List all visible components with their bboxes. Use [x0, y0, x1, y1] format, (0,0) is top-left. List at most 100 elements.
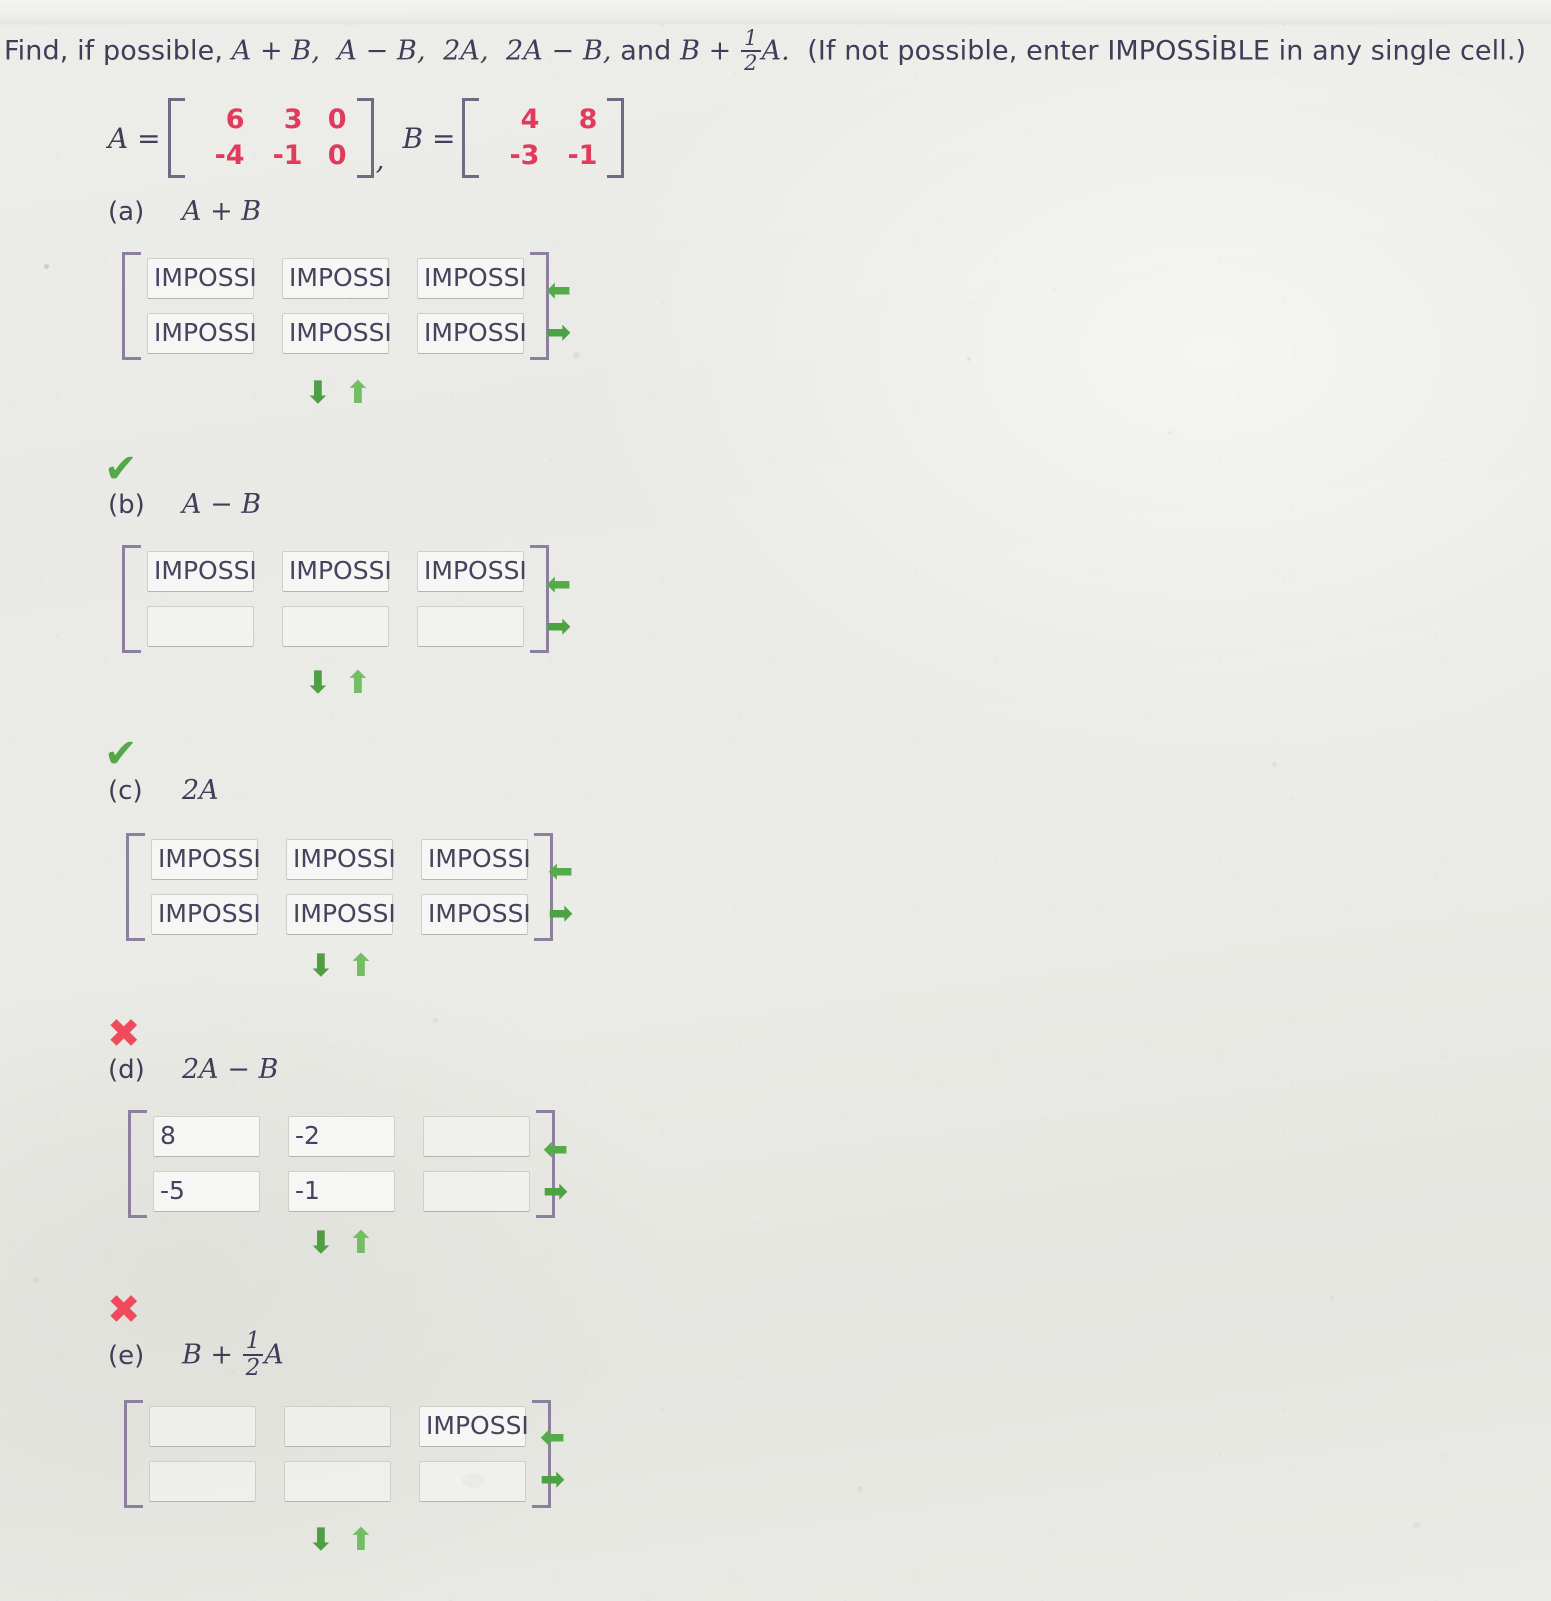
add-row-icon[interactable]: ⬆ [345, 668, 371, 699]
part-d-tag: (d) [108, 1055, 145, 1085]
answer-b-input-0-1[interactable]: IMPOSSI [282, 551, 392, 592]
add-column-icon[interactable]: ➡ [540, 1465, 565, 1495]
answer-c-value-1-1: IMPOSSI [293, 899, 396, 928]
part-d-expression: 2A − B [182, 1054, 279, 1085]
answer-d-input-0-1[interactable]: -2 [288, 1116, 395, 1157]
remove-column-icon[interactable]: ⬅ [546, 570, 571, 600]
answer-c-input-0-2[interactable]: IMPOSSI [421, 839, 531, 880]
remove-row-icon[interactable]: ⬇ [308, 1228, 334, 1259]
answer-e-row-controls: ⬇ ⬆ [308, 1525, 374, 1556]
fraction-denominator: 2 [744, 51, 758, 76]
answer-a-value-0-0: IMPOSSI [154, 263, 257, 292]
matrix-b-cell-0-1: 8 [578, 104, 598, 135]
answer-matrix-e: IMPOSSI [124, 1400, 551, 1508]
part-e-tag: (e) [108, 1340, 145, 1371]
add-column-icon[interactable]: ➡ [546, 612, 571, 642]
answer-c-column-controls: ⬅ ➡ [548, 857, 573, 929]
matrix-b: B = 4 8 -3 -1 [403, 98, 625, 178]
answer-b-input-1-2[interactable] [417, 606, 524, 647]
prompt-last-suffix: A. [761, 35, 790, 67]
answer-a-value-1-1: IMPOSSI [289, 318, 392, 347]
answer-b-input-1-1[interactable] [282, 606, 389, 647]
answer-matrix-d: 8 -2 -5 -1 [128, 1110, 555, 1218]
matrix-b-bracket-left [462, 98, 480, 178]
add-row-icon[interactable]: ⬆ [348, 951, 374, 982]
remove-row-icon[interactable]: ⬇ [308, 1525, 334, 1556]
fraction-numerator: 1 [744, 26, 758, 50]
add-row-icon[interactable]: ⬆ [348, 1228, 374, 1259]
answer-a-input-0-1[interactable]: IMPOSSI [282, 258, 392, 299]
answer-b-input-1-0[interactable] [147, 606, 254, 647]
matrix-b-label: B = [402, 121, 456, 155]
remove-column-icon[interactable]: ⬅ [543, 1135, 568, 1165]
answer-a-row-1: IMPOSSI IMPOSSI IMPOSSI [147, 258, 527, 299]
answer-a-cells: IMPOSSI IMPOSSI IMPOSSI IMPOSSI IMPOSSI … [141, 252, 530, 360]
answer-d-input-1-2[interactable] [423, 1171, 530, 1212]
remove-column-icon[interactable]: ⬅ [546, 276, 571, 306]
answer-e-input-0-0[interactable] [149, 1406, 256, 1447]
photo-speck [33, 1277, 39, 1283]
answer-d-input-0-2[interactable] [423, 1116, 530, 1157]
answer-a-column-controls: ⬅ ➡ [546, 276, 571, 348]
answer-e-input-1-0[interactable] [149, 1461, 256, 1502]
answer-d-value-0-1: -2 [295, 1121, 320, 1150]
answer-b-input-0-0[interactable]: IMPOSSI [147, 551, 257, 592]
photo-speck [433, 1018, 438, 1023]
matrix-a-cell-0-0: 6 [225, 104, 245, 135]
prompt-term-3: 2A, [443, 35, 489, 67]
answer-c-input-1-1[interactable]: IMPOSSI [286, 894, 396, 935]
answer-c-input-1-0[interactable]: IMPOSSI [151, 894, 261, 935]
answer-a-input-1-1[interactable]: IMPOSSI [282, 313, 392, 354]
matrix-a-row-1: 6 3 0 [191, 102, 351, 138]
answer-c-input-1-2[interactable]: IMPOSSI [421, 894, 531, 935]
part-c-expression: 2A [182, 775, 219, 806]
part-b-tag: (b) [108, 490, 145, 520]
remove-column-icon[interactable]: ⬅ [548, 857, 573, 887]
prompt-note: (If not possible, enter IMPOSSİBLE in an… [807, 35, 1527, 67]
remove-row-icon[interactable]: ⬇ [308, 951, 334, 982]
answer-e-input-0-1[interactable] [284, 1406, 391, 1447]
answer-c-cells: IMPOSSI IMPOSSI IMPOSSI IMPOSSI IMPOSSI … [145, 833, 534, 941]
answer-a-input-1-2[interactable]: IMPOSSI [417, 313, 527, 354]
answer-e-input-0-2[interactable]: IMPOSSI [419, 1406, 529, 1447]
answer-c-input-0-0[interactable]: IMPOSSI [151, 839, 261, 880]
add-row-icon[interactable]: ⬆ [348, 1525, 374, 1556]
remove-row-icon[interactable]: ⬇ [305, 668, 331, 699]
answer-b-bracket-left [122, 545, 141, 653]
matrix-b-bracket-right [607, 98, 625, 178]
answer-d-input-0-0[interactable]: 8 [153, 1116, 260, 1157]
answer-d-input-1-1[interactable]: -1 [288, 1171, 395, 1212]
answer-b-input-0-2[interactable]: IMPOSSI [417, 551, 527, 592]
add-column-icon[interactable]: ➡ [546, 318, 571, 348]
answer-a-input-0-0[interactable]: IMPOSSI [147, 258, 257, 299]
add-column-icon[interactable]: ➡ [548, 899, 573, 929]
answer-d-row-2: -5 -1 [153, 1171, 530, 1212]
part-b-verdict-check-icon: ✔ [104, 446, 138, 492]
answer-a-input-0-2[interactable]: IMPOSSI [417, 258, 527, 299]
add-row-icon[interactable]: ⬆ [345, 378, 371, 409]
answer-d-input-1-0[interactable]: -5 [153, 1171, 260, 1212]
photo-speck [44, 264, 49, 269]
remove-row-icon[interactable]: ⬇ [305, 378, 331, 409]
answer-a-value-0-2: IMPOSSI [424, 263, 527, 292]
prompt-and: and [620, 35, 681, 67]
answer-d-cells: 8 -2 -5 -1 [147, 1110, 536, 1218]
answer-c-row-controls: ⬇ ⬆ [308, 951, 374, 982]
answer-e-cells: IMPOSSI [143, 1400, 532, 1508]
matrix-a-cell-1-2: 0 [327, 140, 347, 171]
remove-column-icon[interactable]: ⬅ [540, 1423, 565, 1453]
add-column-icon[interactable]: ➡ [543, 1177, 568, 1207]
photo-speck [1413, 1522, 1420, 1529]
matrix-a-bracket-right [356, 98, 374, 178]
answer-a-value-1-0: IMPOSSI [154, 318, 257, 347]
answer-a-value-0-1: IMPOSSI [289, 263, 392, 292]
answer-c-value-0-1: IMPOSSI [293, 844, 396, 873]
answer-a-row-controls: ⬇ ⬆ [305, 378, 371, 409]
answer-d-column-controls: ⬅ ➡ [543, 1135, 568, 1207]
answer-c-input-0-1[interactable]: IMPOSSI [286, 839, 396, 880]
answer-a-row-2: IMPOSSI IMPOSSI IMPOSSI [147, 313, 527, 354]
answer-matrix-c: IMPOSSI IMPOSSI IMPOSSI IMPOSSI IMPOSSI … [126, 833, 553, 941]
answer-a-input-1-0[interactable]: IMPOSSI [147, 313, 257, 354]
part-c-tag: (c) [108, 776, 143, 806]
answer-e-input-1-1[interactable] [284, 1461, 391, 1502]
